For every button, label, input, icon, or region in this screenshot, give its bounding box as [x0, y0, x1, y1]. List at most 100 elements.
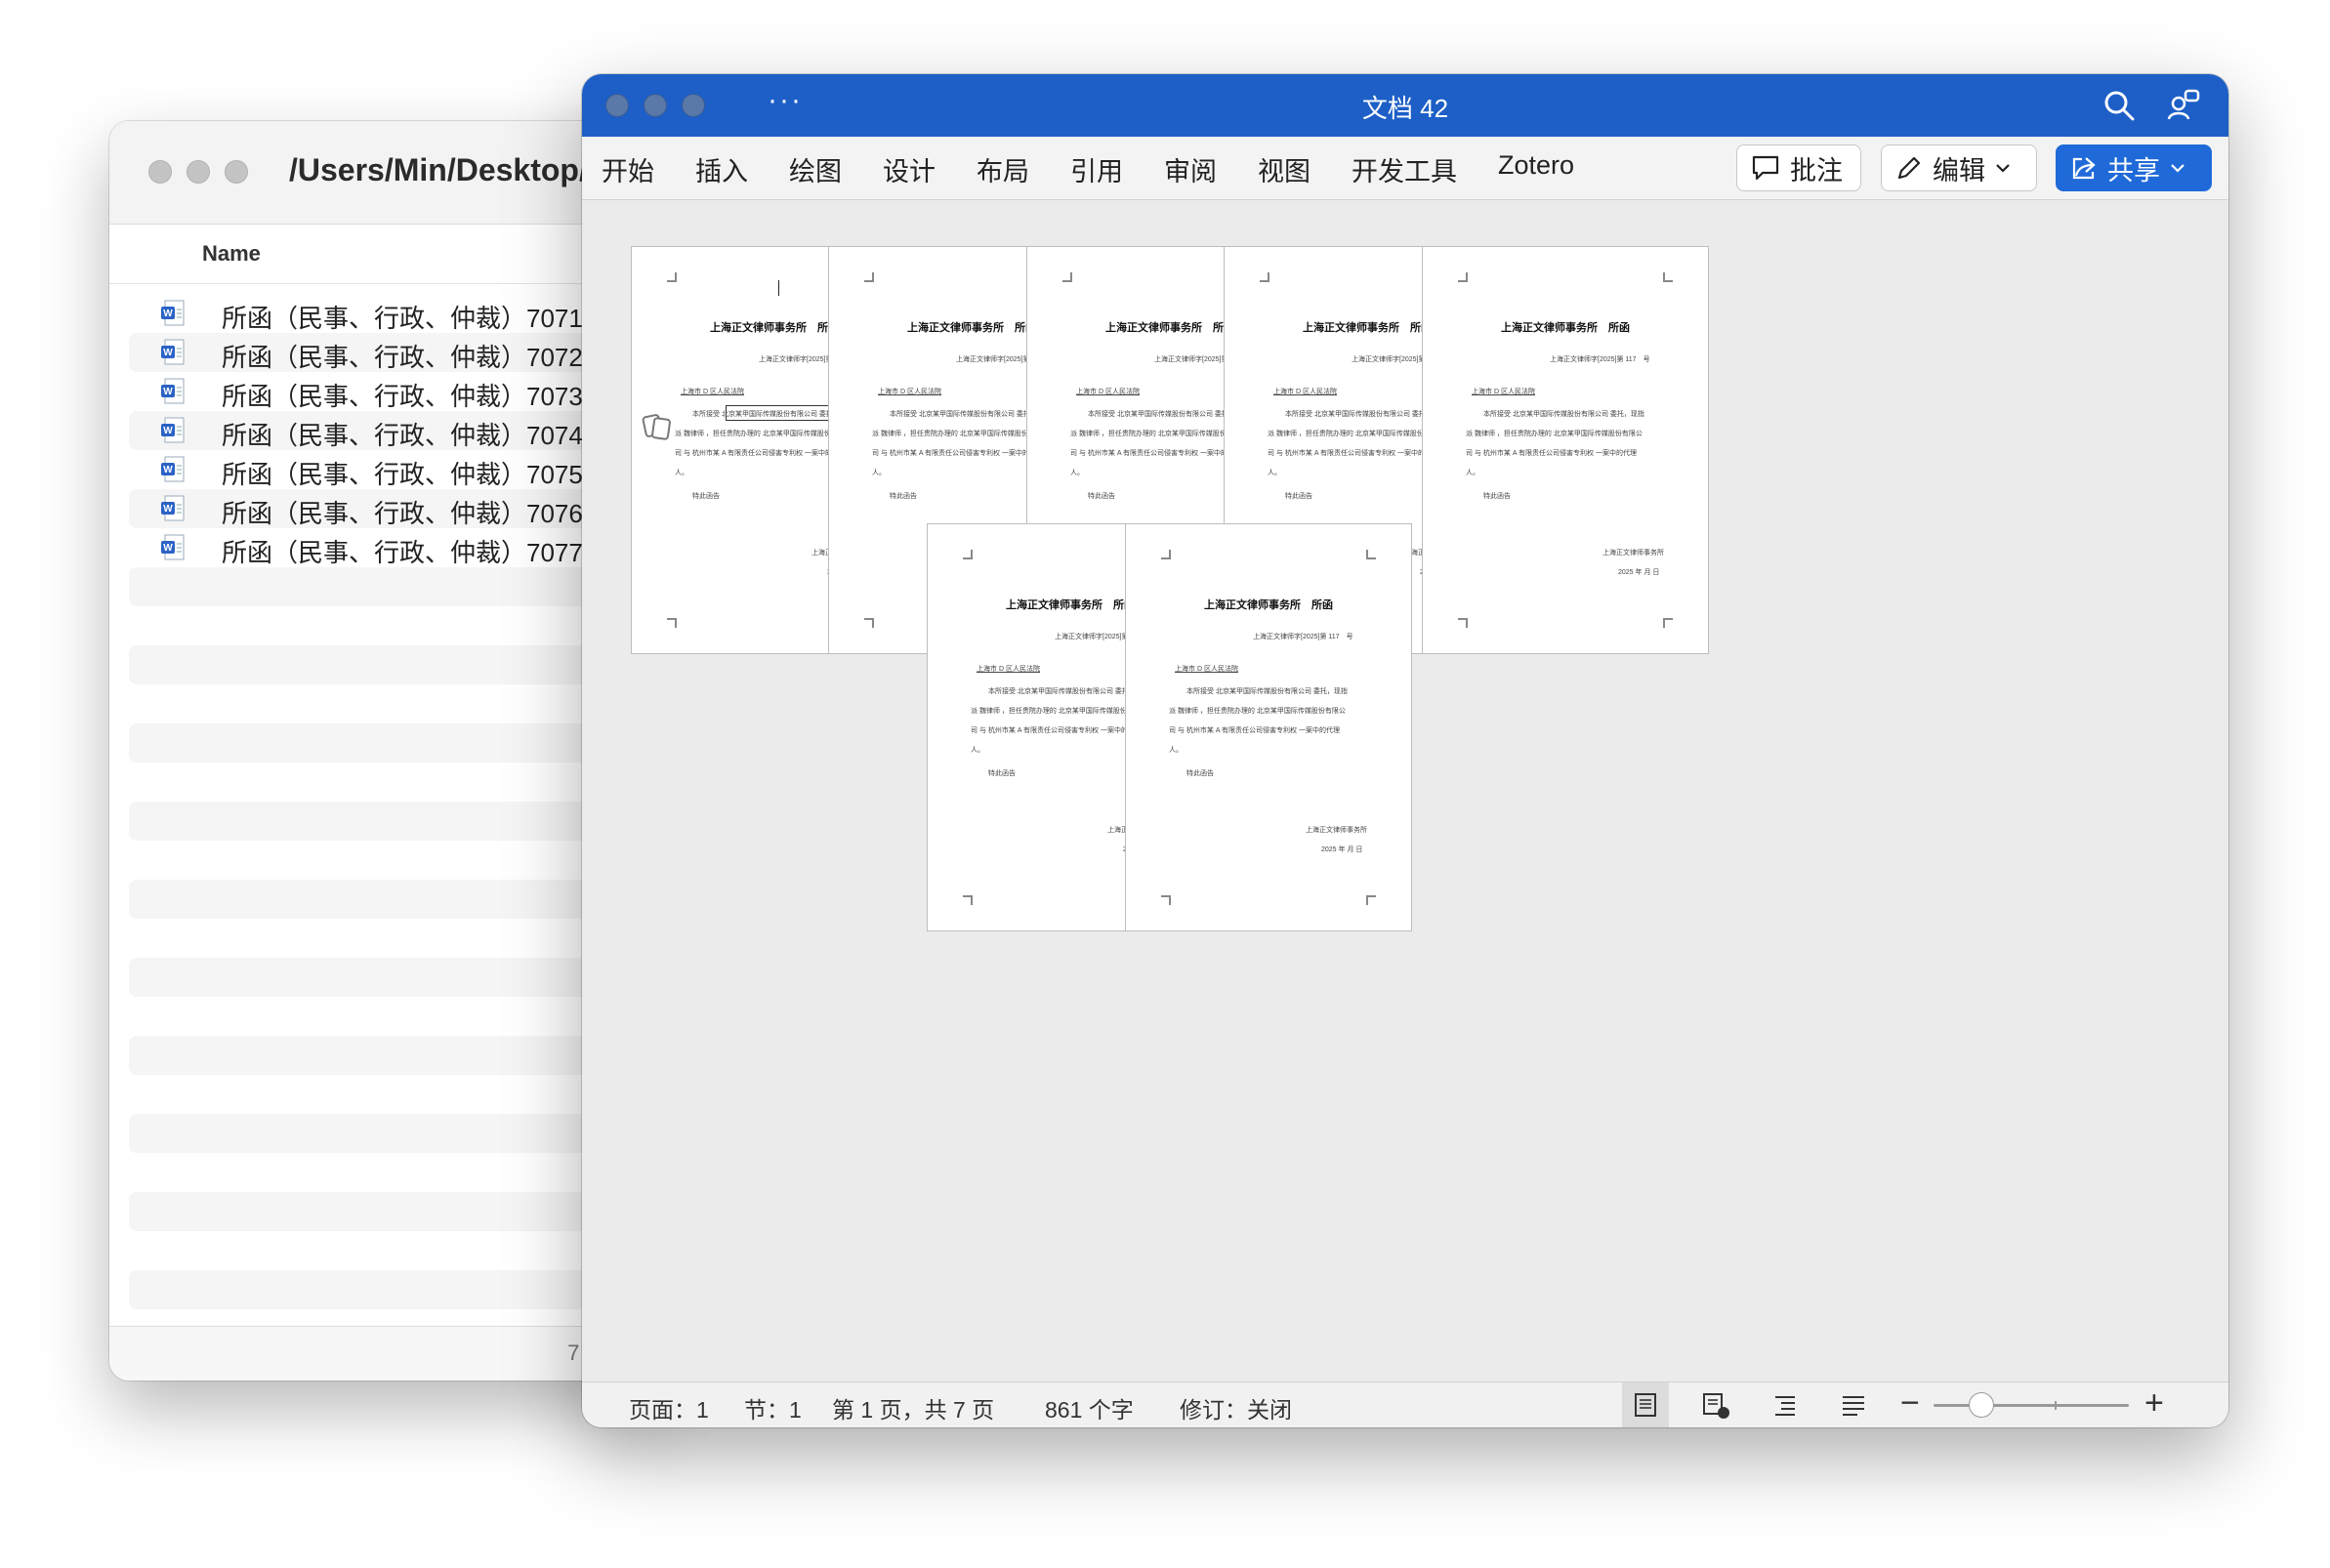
file-name: 所函（民事、行政、仲裁）7076.docx	[222, 499, 644, 528]
svg-text:W: W	[163, 348, 173, 358]
comments-button[interactable]: 批注	[1736, 144, 1861, 191]
page-court-line: 上海市 D 区人民法院	[1175, 666, 1238, 673]
share-button[interactable]: 共享	[2056, 144, 2212, 191]
file-row[interactable]: W 所函（民事、行政、仲裁）7072.docx	[129, 333, 644, 372]
empty-row	[129, 802, 637, 841]
page-body-line: 司 与 杭州市某 A 有限责任公司侵害专利权 一案中的代理	[872, 450, 1044, 457]
file-row[interactable]: W 所函（民事、行政、仲裁）7074.docx	[129, 411, 644, 450]
page-body-line: 司 与 杭州市某 A 有限责任公司侵害专利权 一案中的代理	[1169, 727, 1341, 734]
word-document-icon: W	[161, 456, 185, 482]
page-firm-signature: 上海正文律师事务所	[1306, 827, 1367, 834]
status-word-count[interactable]: 861 个字	[1045, 1391, 1134, 1424]
svg-text:W: W	[163, 426, 173, 436]
file-row[interactable]: W 所函（民事、行政、仲裁）7077.docx	[129, 528, 644, 567]
file-name: 所函（民事、行政、仲裁）7071.docx	[222, 304, 644, 333]
zoom-out-button[interactable]: −	[1900, 1384, 1920, 1423]
ribbon-tab[interactable]: Zotero	[1498, 150, 1574, 188]
svg-text:W: W	[163, 309, 173, 319]
page-body-line: 派 魏律师 ，担任贵院办理的 北京某甲国际传媒股份有限公	[1268, 431, 1444, 437]
page-ref-line: 上海正文律师字[2025]第 117 号	[1253, 634, 1353, 640]
page-closing: 特此函告	[1186, 770, 1214, 777]
page-body-line: 司 与 杭州市某 A 有限责任公司侵害专利权 一案中的代理	[1070, 450, 1242, 457]
minimize-button[interactable]	[187, 160, 210, 184]
ribbon: 开始 插入 绘图 设计 布局 引用 审阅 视图 开发工具 Zotero 批注 编辑 共享	[582, 137, 2228, 200]
word-document-icon: W	[161, 534, 185, 560]
status-track-changes[interactable]: 修订：关闭	[1180, 1391, 1292, 1424]
zoom-in-button[interactable]: +	[2144, 1384, 2164, 1423]
empty-row	[129, 841, 637, 880]
empty-row	[129, 919, 637, 958]
margin-mark	[1458, 618, 1468, 628]
ribbon-tab[interactable]: 引用	[1070, 150, 1123, 188]
empty-row	[129, 1270, 637, 1309]
empty-row	[129, 1114, 637, 1153]
page-body-line: 派 魏律师 ，担任贵院办理的 北京某甲国际传媒股份有限公	[675, 431, 852, 437]
page-body-line: 人。	[1169, 747, 1183, 754]
page-closing: 特此函告	[1088, 493, 1115, 500]
page-body-line: 派 魏律师 ，担任贵院办理的 北京某甲国际传媒股份有限公	[1169, 708, 1346, 715]
outline-view-icon[interactable]	[1769, 1389, 1801, 1421]
page-date: 2025 年 月 日	[1321, 846, 1363, 853]
pencil-icon	[1897, 156, 1921, 180]
page-heading: 上海正文律师事务所 所函	[1501, 322, 1630, 334]
page-body-line: 派 魏律师 ，担任贵院办理的 北京某甲国际传媒股份有限公	[1466, 431, 1643, 437]
empty-row	[129, 958, 637, 997]
page-body-line: 人。	[971, 747, 984, 754]
text-cursor	[778, 280, 779, 296]
page-body-line: 人。	[1070, 470, 1084, 476]
share-label: 共享	[2107, 155, 2160, 186]
file-row[interactable]: W 所函（民事、行政、仲裁）7076.docx	[129, 489, 644, 528]
print-layout-icon[interactable]	[1630, 1389, 1661, 1421]
margin-mark	[963, 550, 973, 559]
page-closing: 特此函告	[890, 493, 917, 500]
page-closing: 特此函告	[1483, 493, 1511, 500]
selection-box	[726, 405, 833, 421]
margin-mark	[1062, 272, 1072, 282]
editing-label: 编辑	[1933, 155, 1985, 186]
empty-row	[129, 1036, 637, 1075]
empty-row	[129, 1075, 637, 1114]
ribbon-tab[interactable]: 开发工具	[1352, 150, 1457, 188]
file-row[interactable]: W 所函（民事、行政、仲裁）7073.docx	[129, 372, 644, 411]
ribbon-tab[interactable]: 设计	[883, 150, 936, 188]
zoom-slider-thumb[interactable]	[1969, 1392, 1994, 1418]
copy-pages-icon[interactable]	[641, 410, 674, 443]
ribbon-tab[interactable]: 视图	[1258, 150, 1311, 188]
editing-mode-button[interactable]: 编辑	[1881, 144, 2037, 191]
page-body-line: 人。	[872, 470, 886, 476]
status-page-of[interactable]: 第 1 页，共 7 页	[832, 1391, 994, 1424]
search-icon[interactable]	[2101, 88, 2137, 123]
margin-mark	[667, 272, 677, 282]
status-section[interactable]: 节：1	[744, 1391, 802, 1424]
document-page[interactable]: 上海正文律师事务所 所函 上海正文律师字[2025]第 117 号上海市 D 区人…	[1125, 523, 1412, 931]
file-list: W 所函（民事、行政、仲裁）7071.docx W 所函（民事、行政、仲裁）7072.…	[109, 284, 656, 1309]
ribbon-tab[interactable]: 绘图	[789, 150, 842, 188]
file-row[interactable]: W 所函（民事、行政、仲裁）7075.docx	[129, 450, 644, 489]
page-body-line: 司 与 杭州市某 A 有限责任公司侵害专利权 一案中的代理	[675, 450, 847, 457]
svg-text:W: W	[163, 543, 173, 554]
empty-row	[129, 880, 637, 919]
ribbon-tab[interactable]: 插入	[695, 150, 748, 188]
document-page[interactable]: 上海正文律师事务所 所函 上海正文律师字[2025]第 117 号上海市 D 区人…	[1422, 246, 1709, 654]
ribbon-tab[interactable]: 开始	[602, 150, 654, 188]
page-court-line: 上海市 D 区人民法院	[977, 666, 1040, 673]
file-row[interactable]: W 所函（民事、行政、仲裁）7071.docx	[129, 294, 644, 333]
comment-icon	[1752, 155, 1779, 181]
ribbon-tab[interactable]: 审阅	[1164, 150, 1217, 188]
finder-path: /Users/Min/Desktop/	[289, 152, 588, 187]
status-page[interactable]: 页面：1	[629, 1391, 709, 1424]
zoom-slider-track[interactable]	[1934, 1404, 2129, 1407]
document-canvas[interactable]: 上海正文律师事务所 所函 上海正文律师字[2025]第 117 号上海市 D 区人…	[582, 200, 2228, 1382]
page-body-line: 人。	[1466, 470, 1479, 476]
page-court-line: 上海市 D 区人民法院	[878, 389, 941, 395]
focus-mode-icon[interactable]	[1700, 1389, 1731, 1421]
column-header-name[interactable]: Name	[109, 225, 656, 284]
account-share-icon[interactable]	[2166, 88, 2201, 123]
finder-status-bar: 7 items	[109, 1326, 656, 1381]
ribbon-tab[interactable]: 布局	[977, 150, 1029, 188]
zoom-button[interactable]	[225, 160, 248, 184]
page-closing: 特此函告	[692, 493, 720, 500]
draft-view-icon[interactable]	[1838, 1389, 1869, 1421]
close-button[interactable]	[148, 160, 172, 184]
page-body-line: 人。	[675, 470, 688, 476]
